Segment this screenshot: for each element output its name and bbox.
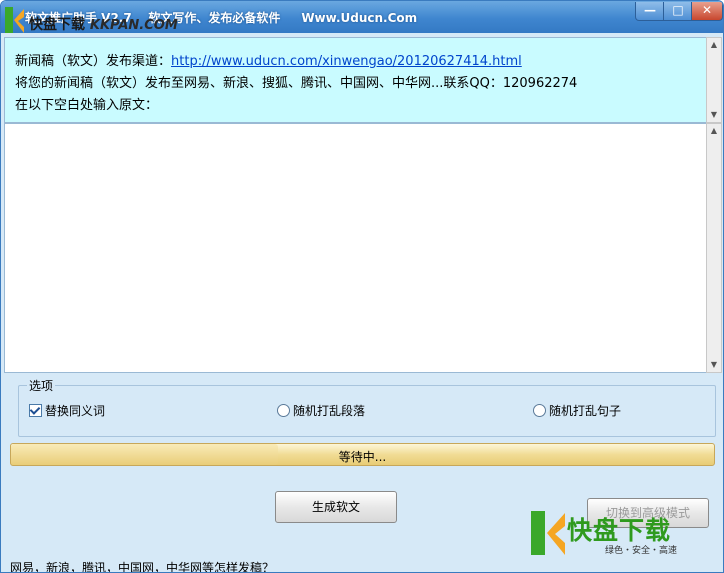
shuffle-sentences-label: 随机打乱句子 [549,404,622,418]
watermark-slogan: 绿色・安全・高速 [605,546,678,556]
scroll-down-arrow-icon[interactable]: ▼ [707,110,721,119]
shuffle-paragraphs-radio[interactable]: 随机打乱段落 [277,402,365,419]
app-window: 软文推广助手 V2.7 软文写作、发布必备软件 Www.Uducn.Com 快盘… [0,0,724,573]
synonym-checkbox[interactable]: 替换同义词 [29,402,105,419]
kkpan-logo-icon [5,7,24,33]
minimize-button[interactable]: — [635,2,665,21]
info-line-instruction: 在以下空白处输入原文： [15,98,159,113]
options-group: 选项 替换同义词 随机打乱段落 随机打乱句子 [18,377,716,437]
watermark-title: 快盘下载 [567,516,672,545]
scroll-up-arrow-icon[interactable]: ▲ [707,40,721,49]
channel-link[interactable]: http://www.uducn.com/xinwengao/201206274… [171,54,522,69]
generate-button[interactable]: 生成软文 [275,491,397,523]
info-line-channel: 新闻稿（软文）发布渠道：http://www.uducn.com/xinweng… [15,50,522,69]
watermark: 快盘下载 绿色・安全・高速 [529,509,701,559]
close-button[interactable]: ✕ [691,2,723,21]
maximize-button[interactable]: □ [663,2,693,21]
radio-icon[interactable] [533,404,546,417]
help-link[interactable]: 网易，新浪，腾讯，中国网，中华网等怎样发稿？ [10,559,274,572]
radio-icon[interactable] [277,404,290,417]
editor-scrollbar[interactable]: ▲ ▼ [706,123,722,373]
source-text-editor[interactable] [4,123,707,373]
checkbox-checked-icon[interactable] [29,404,42,417]
synonym-label: 替换同义词 [45,404,106,418]
watermark-logo-icon [531,511,565,555]
options-legend: 选项 [27,377,56,394]
progress-bar: 等待中... [10,443,715,466]
title-bar[interactable]: 软文推广助手 V2.7 软文写作、发布必备软件 Www.Uducn.Com 快盘… [1,1,723,33]
channel-label: 新闻稿（软文）发布渠道： [15,54,172,69]
scroll-down-arrow-icon[interactable]: ▼ [707,360,721,369]
overlay-logo-text: 快盘下载 KKPAN.COM [29,17,178,33]
shuffle-paragraphs-label: 随机打乱段落 [293,404,366,418]
info-line-publish: 将您的新闻稿（软文）发布至网易、新浪、搜狐、腾讯、中国网、中华网...联系QQ：… [15,76,578,91]
shuffle-sentences-radio[interactable]: 随机打乱句子 [533,402,621,419]
progress-status: 等待中... [338,450,387,464]
info-scrollbar[interactable]: ▲ ▼ [706,37,722,123]
scroll-up-arrow-icon[interactable]: ▲ [707,126,721,135]
info-panel: 新闻稿（软文）发布渠道：http://www.uducn.com/xinweng… [4,37,707,123]
